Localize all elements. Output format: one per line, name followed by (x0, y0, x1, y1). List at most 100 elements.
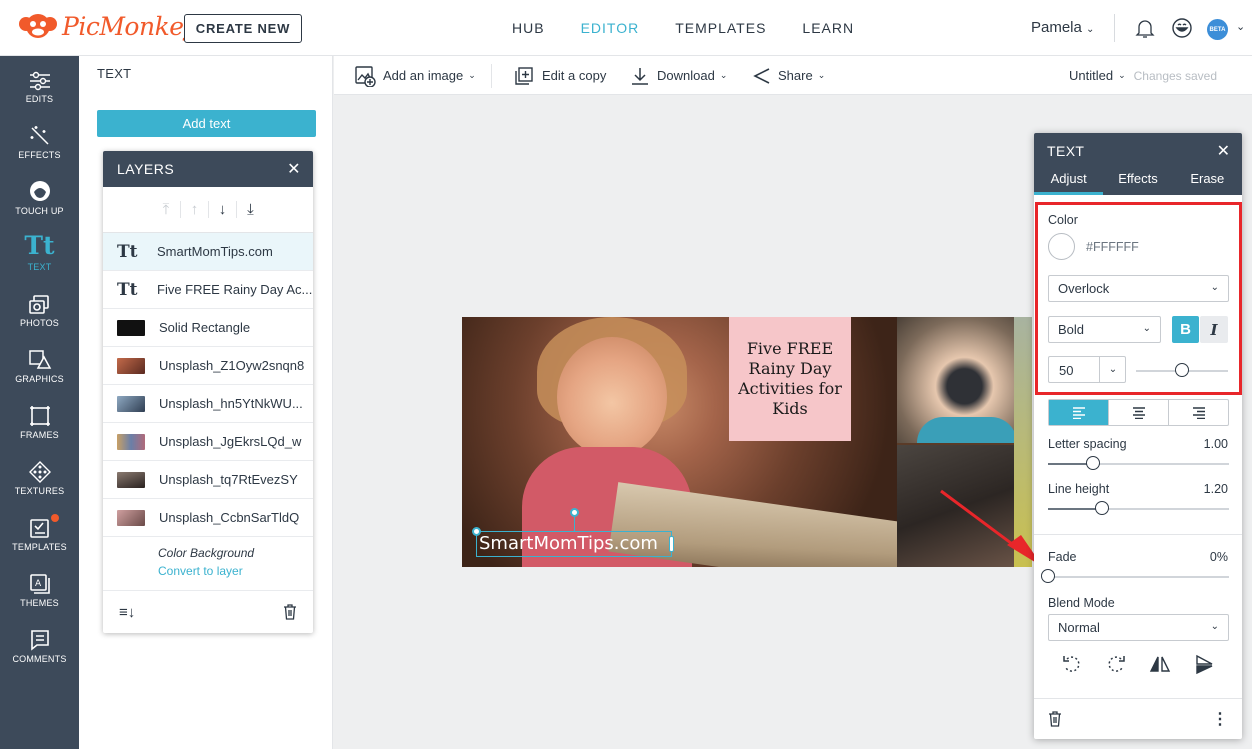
layer-thumbnail (117, 395, 145, 412)
rail-touch-up[interactable]: TOUCH UP (0, 176, 79, 216)
edit-copy-button[interactable]: Edit a copy (514, 56, 606, 95)
rail-photos[interactable]: PHOTOS (0, 288, 79, 328)
user-name: Pamela (1031, 19, 1082, 36)
text-align-group (1048, 399, 1229, 426)
align-right-button[interactable] (1168, 400, 1228, 425)
align-center-button[interactable] (1108, 400, 1168, 425)
fade-label: Fade (1048, 550, 1077, 564)
line-height-knob[interactable] (1095, 501, 1110, 515)
rail-graphics[interactable]: GRAPHICS (0, 344, 79, 384)
line-height-fill (1048, 508, 1103, 510)
more-options-icon[interactable]: ⋮ (1212, 709, 1228, 729)
chevron-down-icon: ⌄ (468, 70, 476, 80)
rotate-handle[interactable] (570, 508, 579, 517)
headline-text-box[interactable]: Five FREE Rainy Day Activities for Kids (729, 317, 851, 441)
close-icon[interactable]: ✕ (1217, 141, 1230, 161)
rail-themes[interactable]: A THEMES (0, 568, 79, 608)
layer-name: Unsplash_JgEkrsLQd_w (159, 434, 302, 449)
panel-title: TEXT (97, 66, 132, 81)
close-icon[interactable]: ✕ (287, 159, 301, 179)
move-down-icon[interactable]: ↓ (208, 201, 236, 218)
layer-item[interactable]: Unsplash_tq7RtEvezSY (103, 461, 313, 499)
frames-icon (29, 406, 50, 426)
fade-knob[interactable] (1041, 569, 1055, 583)
rail-comments[interactable]: COMMENTS (0, 624, 79, 664)
rotate-right-icon[interactable] (1105, 653, 1127, 675)
layer-item[interactable]: Solid Rectangle (103, 309, 313, 347)
user-menu[interactable]: Pamela ⌄ (1031, 19, 1094, 36)
feedback-smiley-icon[interactable] (1171, 17, 1193, 39)
chevron-down-icon[interactable]: ⌄ (1236, 20, 1245, 33)
align-left-icon (1072, 406, 1085, 419)
red-arrow-annotation (940, 489, 1043, 567)
rail-frames[interactable]: FRAMES (0, 400, 79, 440)
bring-to-front-icon[interactable]: ⤒ (152, 201, 180, 218)
nav-editor[interactable]: EDITOR (581, 20, 640, 36)
layer-item[interactable]: Tt Five FREE Rainy Day Ac... (103, 271, 313, 309)
share-menu[interactable]: Share ⌄ (752, 56, 825, 95)
notification-dot (51, 514, 59, 522)
templates-icon (29, 519, 49, 538)
picmonkey-logo[interactable]: PicMonkey (18, 10, 198, 42)
tab-erase[interactable]: Erase (1173, 171, 1242, 195)
transform-tools (1034, 653, 1242, 675)
fade-slider[interactable] (1048, 576, 1229, 578)
layer-stack-icon[interactable]: ≡↓ (119, 604, 135, 621)
rail-edits[interactable]: EDITS (0, 64, 79, 104)
line-height-value: 1.20 (1203, 482, 1228, 496)
flip-vertical-icon[interactable] (1193, 653, 1215, 675)
send-to-back-icon[interactable]: ⤓ (236, 201, 264, 218)
move-up-icon[interactable]: ↑ (180, 201, 208, 218)
photo-detail (557, 337, 667, 457)
layer-item[interactable]: Tt SmartMomTips.com (103, 233, 313, 271)
rotate-left-icon[interactable] (1061, 653, 1083, 675)
rotation-line (574, 516, 575, 531)
divider (1114, 14, 1115, 42)
chevron-down-icon: ⌄ (719, 70, 728, 80)
blend-mode-label: Blend Mode (1048, 596, 1115, 610)
add-image-menu[interactable]: Add an image ⌄ (354, 56, 476, 95)
red-highlight-box (1035, 202, 1242, 395)
text-panel-tabs: Adjust Effects Erase (1034, 171, 1242, 195)
layer-name: SmartMomTips.com (157, 244, 273, 259)
layer-name: Solid Rectangle (159, 320, 251, 335)
blend-mode-select[interactable]: Normal ⌄ (1048, 614, 1229, 641)
layer-name: Unsplash_Z1Oyw2snqn8 (159, 358, 305, 373)
layer-order-tools: ⤒ ↑ ↓ ⤓ (103, 187, 313, 233)
trash-icon[interactable] (1048, 711, 1062, 727)
layer-item[interactable]: Unsplash_CcbnSarTldQ (103, 499, 313, 537)
layer-thumbnail (117, 357, 145, 374)
rail-effects[interactable]: EFFECTS (0, 120, 79, 160)
tab-effects[interactable]: Effects (1103, 171, 1172, 195)
layer-item[interactable]: Unsplash_Z1Oyw2snqn8 (103, 347, 313, 385)
tab-adjust[interactable]: Adjust (1034, 171, 1104, 195)
nav-templates[interactable]: TEMPLATES (675, 20, 766, 36)
convert-to-layer-link[interactable]: Convert to layer (158, 564, 313, 578)
themes-icon: A (29, 574, 50, 594)
nav-hub[interactable]: HUB (512, 20, 545, 36)
main-nav: HUB EDITOR TEMPLATES LEARN (512, 20, 890, 36)
share-icon (753, 67, 770, 84)
selected-text-layer[interactable]: SmartMomTips.com (476, 531, 672, 557)
layer-item[interactable]: Unsplash_JgEkrsLQd_w (103, 423, 313, 461)
layer-name: Unsplash_hn5YtNkWU... (159, 396, 303, 411)
resize-handle[interactable] (472, 527, 481, 536)
create-new-button[interactable]: CREATE NEW (184, 14, 302, 43)
rail-templates[interactable]: TEMPLATES (0, 512, 79, 552)
nav-learn[interactable]: LEARN (802, 20, 854, 36)
download-menu[interactable]: Download ⌄ (630, 56, 727, 95)
rail-textures[interactable]: TEXTURES (0, 456, 79, 496)
add-text-button[interactable]: Add text (97, 110, 316, 137)
beta-avatar-badge[interactable]: BETA (1207, 19, 1228, 40)
side-handle[interactable] (669, 536, 674, 552)
document-title-menu[interactable]: Untitled ⌄ Changes saved (1069, 56, 1217, 95)
trash-icon[interactable] (283, 604, 297, 620)
letter-spacing-knob[interactable] (1086, 456, 1101, 470)
bell-icon[interactable] (1134, 17, 1156, 39)
layer-thumbnail (117, 433, 145, 450)
align-left-button[interactable] (1049, 400, 1108, 425)
text-icon: Tt (24, 231, 55, 260)
layer-item[interactable]: Unsplash_hn5YtNkWU... (103, 385, 313, 423)
rail-text[interactable]: Tt TEXT (0, 231, 79, 273)
flip-horizontal-icon[interactable] (1149, 653, 1171, 675)
